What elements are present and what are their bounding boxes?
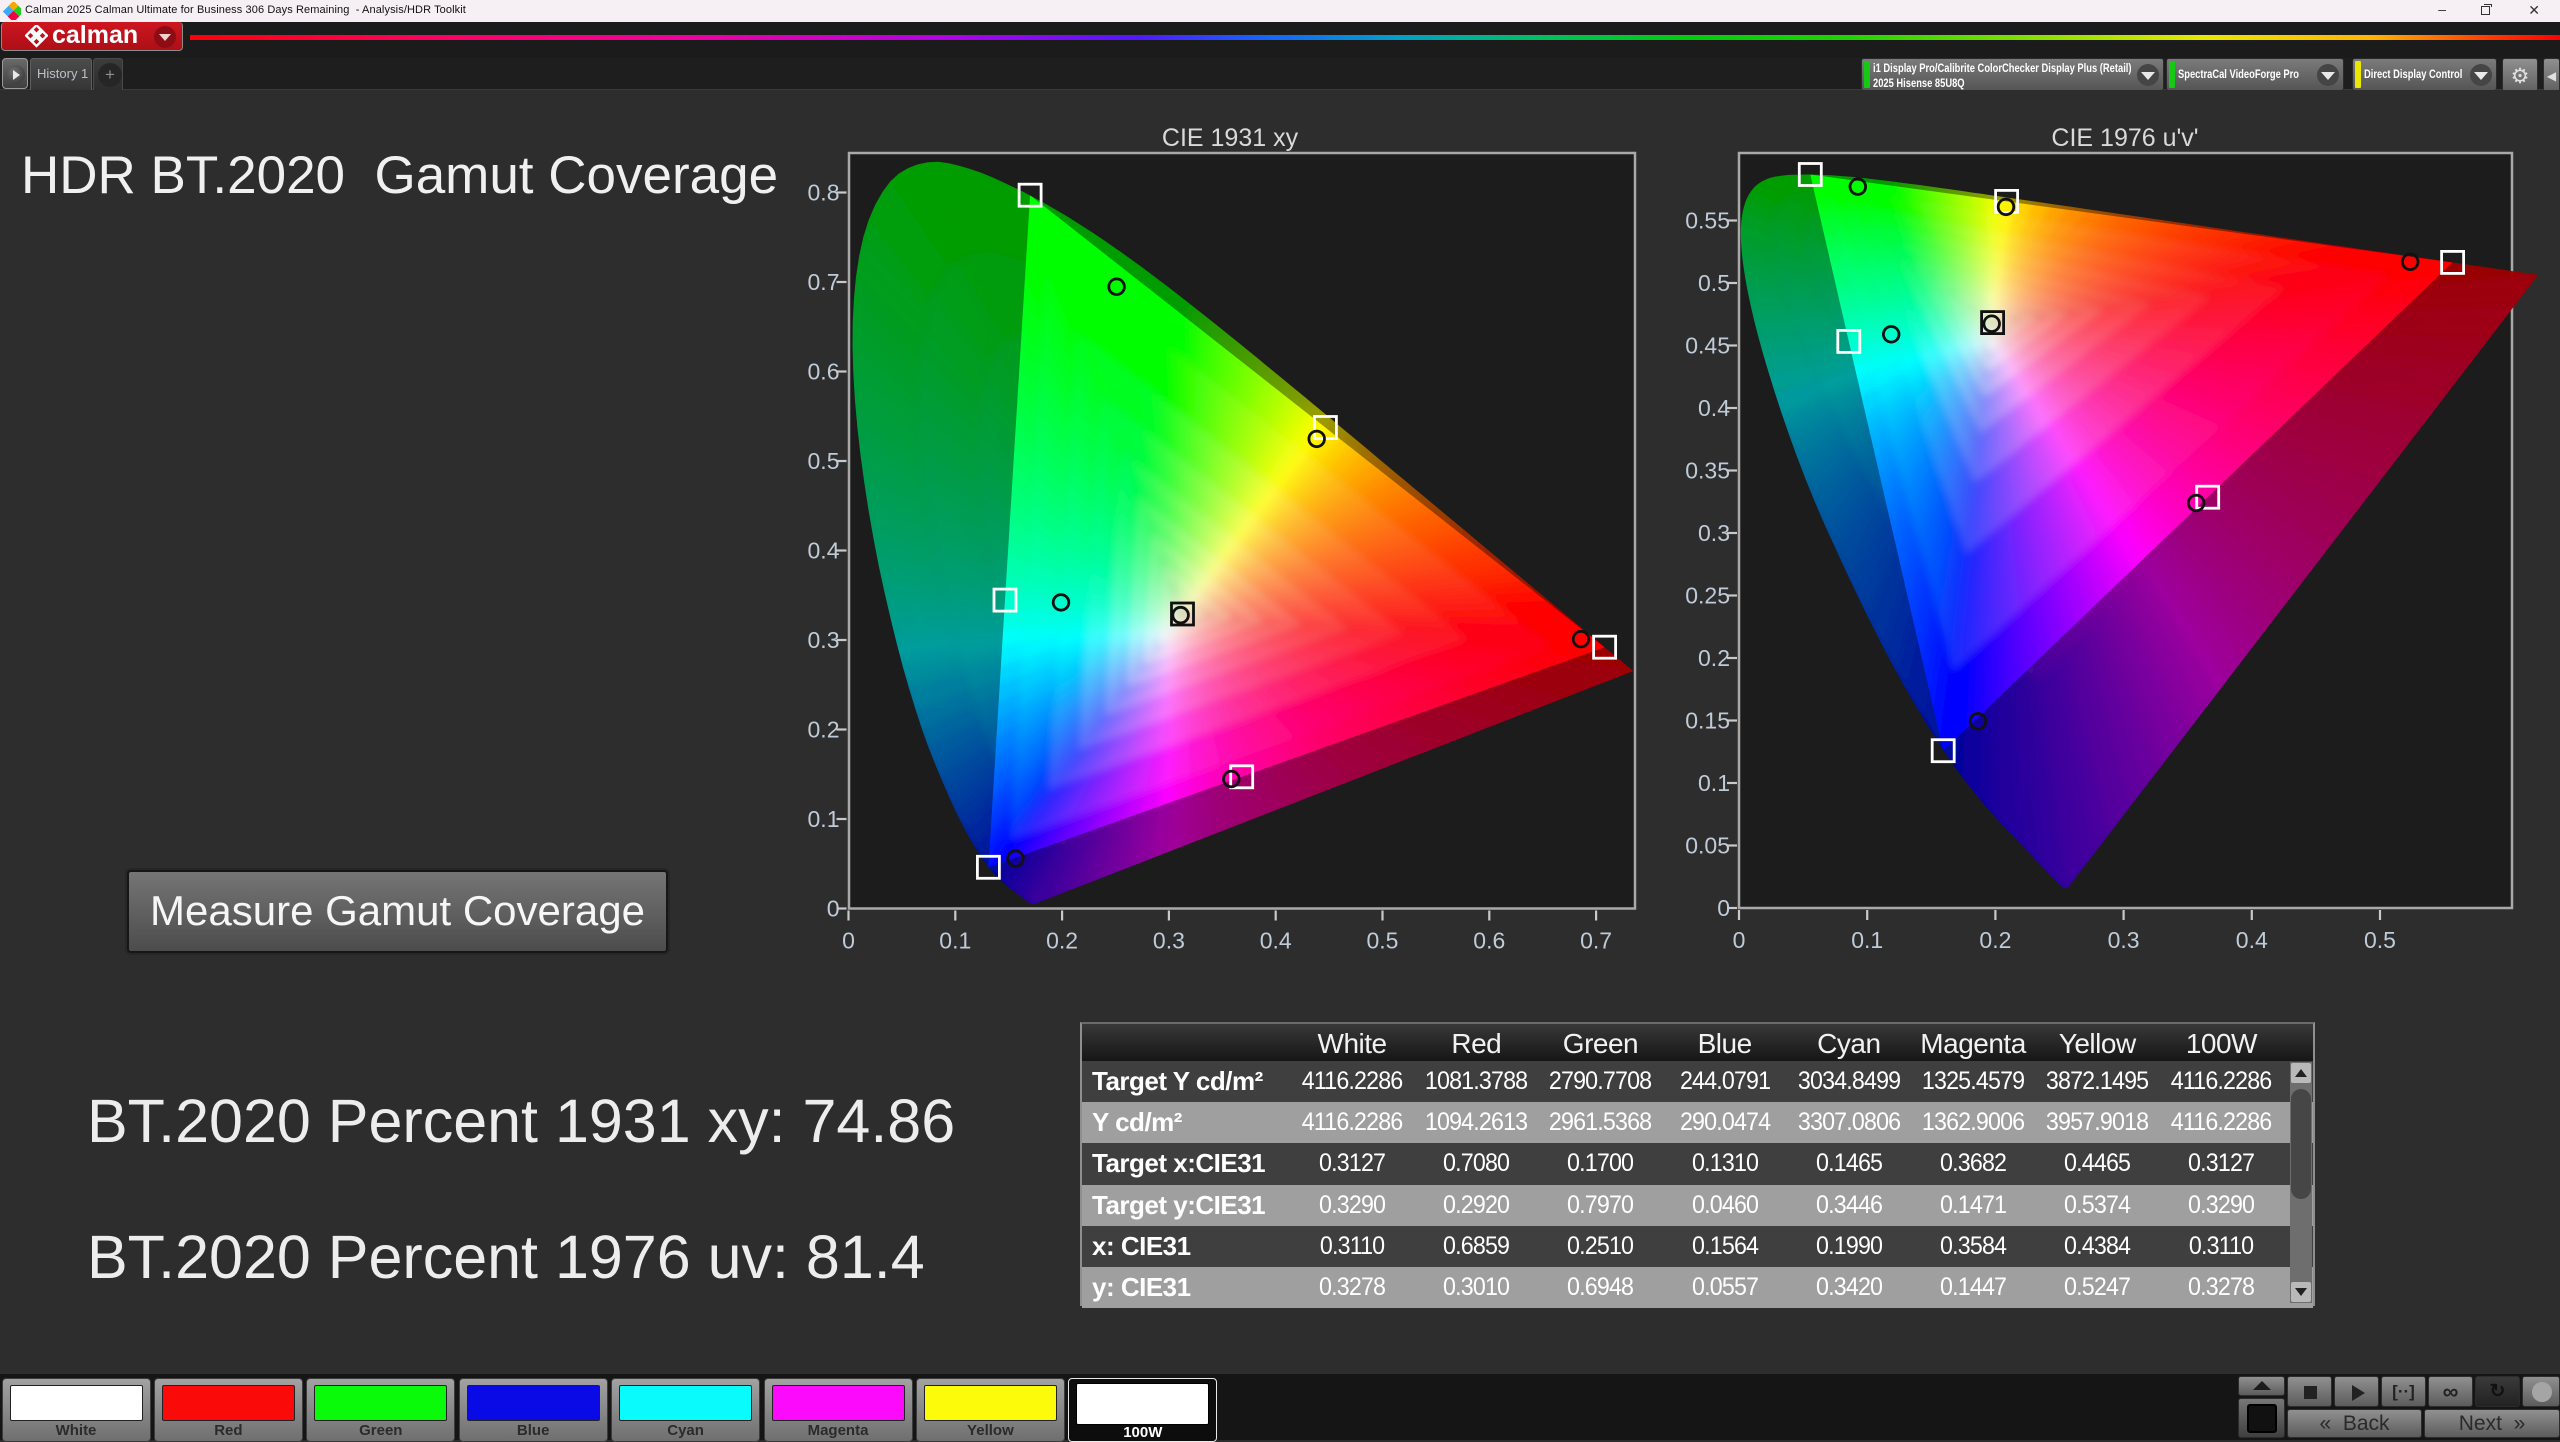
svg-text:0.7: 0.7 [1580,928,1612,954]
svg-text:0.1: 0.1 [939,928,971,954]
svg-text:0.5: 0.5 [1698,270,1730,296]
svg-text:0.3: 0.3 [1153,928,1185,954]
svg-text:0.2: 0.2 [1046,928,1078,954]
svg-text:0.5: 0.5 [808,448,840,474]
svg-text:0.1: 0.1 [1698,770,1730,796]
svg-text:0.4: 0.4 [808,538,840,564]
svg-text:0.45: 0.45 [1685,333,1730,359]
svg-text:0.8: 0.8 [808,180,840,206]
svg-text:0.1: 0.1 [808,806,840,832]
svg-text:CIE 1931 xy: CIE 1931 xy [1162,124,1299,152]
svg-text:0.2: 0.2 [808,717,840,743]
svg-text:0.55: 0.55 [1685,208,1730,234]
svg-text:0: 0 [1717,895,1730,921]
svg-text:0.4: 0.4 [2236,927,2268,953]
svg-text:0.2: 0.2 [1979,927,2011,953]
svg-text:0: 0 [1733,927,1746,953]
svg-text:0.3: 0.3 [1698,520,1730,546]
svg-text:0: 0 [842,928,855,954]
svg-text:0.2: 0.2 [1698,645,1730,671]
svg-text:0: 0 [827,896,840,922]
svg-text:0.6: 0.6 [808,359,840,385]
svg-text:0.6: 0.6 [1473,928,1505,954]
svg-text:0.7: 0.7 [808,269,840,295]
svg-text:0.4: 0.4 [1260,928,1292,954]
svg-text:0.5: 0.5 [2364,927,2396,953]
svg-text:0.25: 0.25 [1685,583,1730,609]
svg-text:0.15: 0.15 [1685,708,1730,734]
svg-text:0.35: 0.35 [1685,458,1730,484]
svg-text:0.5: 0.5 [1367,928,1399,954]
svg-text:0.4: 0.4 [1698,395,1730,421]
svg-text:CIE 1976 u'v': CIE 1976 u'v' [2051,124,2198,152]
svg-text:0.3: 0.3 [808,627,840,653]
svg-text:0.1: 0.1 [1851,927,1883,953]
svg-text:0.05: 0.05 [1685,833,1730,859]
svg-text:0.3: 0.3 [2108,927,2140,953]
